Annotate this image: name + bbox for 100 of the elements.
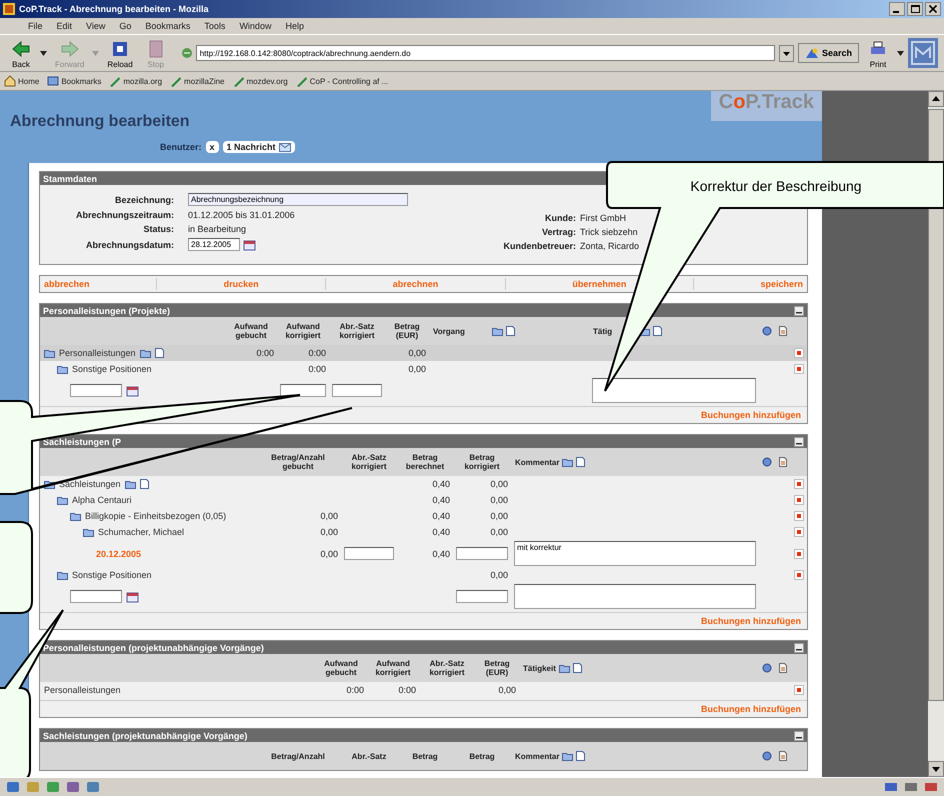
menu-item[interactable]: Window (239, 21, 272, 31)
menu-item[interactable]: Tools (204, 21, 226, 31)
app-icon (3, 3, 15, 15)
document-icon[interactable] (778, 326, 788, 336)
page-icon[interactable] (576, 751, 586, 761)
delete-icon[interactable] (794, 548, 804, 558)
bookmark-link[interactable]: Home (4, 75, 40, 87)
menu-item[interactable]: Go (119, 21, 132, 31)
menu-item[interactable]: Help (285, 21, 304, 31)
minimize-icon[interactable] (794, 436, 804, 446)
minimize-icon[interactable] (794, 730, 804, 740)
delete-icon[interactable] (794, 479, 804, 489)
document-icon[interactable] (778, 751, 788, 761)
scroll-down-icon[interactable] (928, 761, 944, 777)
maximize-icon[interactable] (907, 2, 923, 16)
menu-item[interactable]: Bookmarks (145, 21, 190, 31)
page-icon[interactable] (506, 326, 515, 336)
field-value: 01.12.2005 bis 31.01.2006 (188, 210, 295, 220)
bookmark-link[interactable]: Bookmarks (47, 75, 102, 87)
comment-field[interactable]: mit korrektur (514, 541, 756, 566)
section-title: Sachleistungen (P (43, 436, 122, 446)
row-label[interactable]: Alpha Centauri (72, 495, 132, 505)
text-field[interactable]: Abrechnungsbezeichnung (188, 193, 408, 206)
calendar-icon[interactable] (126, 590, 140, 602)
minimize-icon[interactable] (889, 2, 905, 16)
refresh-icon[interactable] (762, 457, 772, 467)
minimize-icon[interactable] (794, 642, 804, 652)
field-value: Trick siebzehn (580, 227, 639, 237)
page-icon[interactable] (154, 348, 164, 358)
bookmark-link[interactable]: mozilla.org (109, 75, 162, 87)
column-header: Betrag (EUR) (393, 322, 421, 340)
logo-icon (908, 38, 938, 68)
user-name[interactable]: x (206, 141, 219, 153)
refresh-icon[interactable] (762, 326, 772, 336)
delete-icon[interactable] (794, 685, 804, 695)
menu-item[interactable]: File (28, 21, 43, 31)
page-icon[interactable] (140, 479, 149, 489)
input-field[interactable] (456, 547, 508, 560)
document-icon[interactable] (778, 457, 788, 467)
bookmark-icon (109, 75, 122, 87)
input-field[interactable] (280, 384, 326, 397)
calendar-icon[interactable] (243, 238, 257, 250)
row-label[interactable]: Schumacher, Michael (98, 527, 184, 537)
menu-item[interactable]: View (86, 21, 106, 31)
section-title: Sachleistungen (projektunabhängige Vorgänge) (43, 730, 248, 740)
comment-field[interactable] (514, 584, 756, 609)
page-icon[interactable] (653, 326, 662, 336)
document-icon[interactable] (778, 663, 788, 673)
nav-button[interactable]: Back (6, 38, 36, 68)
bookmark-link[interactable]: mozillaZine (170, 75, 225, 87)
bookmark-link[interactable]: CoP - Controlling af ... (296, 75, 388, 87)
field-value: in Bearbeitung (188, 224, 246, 234)
cell-value: 0,00 (490, 479, 508, 489)
input-field[interactable] (344, 547, 394, 560)
address-field[interactable]: http://192.168.0.142:8080/coptrack/abrechnung.aendern.do (196, 45, 775, 61)
field-value: Zonta, Ricardo (580, 241, 639, 251)
delete-icon[interactable] (794, 348, 804, 358)
logo: CoP.Track (710, 91, 822, 121)
delete-icon[interactable] (794, 495, 804, 505)
page-icon[interactable] (576, 457, 586, 467)
page-title: Abrechnung bearbeiten (10, 113, 190, 131)
caret-icon[interactable] (40, 50, 47, 56)
cell-value: 0:00 (308, 364, 326, 374)
print-button[interactable]: Print (863, 38, 893, 68)
date-field[interactable] (70, 384, 122, 397)
delete-icon[interactable] (794, 364, 804, 374)
row-label[interactable]: Sonstige Positionen (72, 364, 152, 374)
dropdown-icon[interactable] (778, 44, 794, 62)
input-field[interactable] (456, 590, 508, 603)
caret-icon[interactable] (897, 50, 904, 56)
column-header: Betrag/Anzahl (271, 752, 325, 760)
messages-link[interactable]: 1 Nachricht (222, 141, 295, 153)
column-header: Tätigkeit (523, 664, 556, 672)
date-field[interactable] (70, 590, 122, 603)
row-label[interactable]: Personalleistungen (59, 348, 136, 358)
comment-field[interactable] (592, 378, 756, 403)
field-label: Status: (142, 224, 174, 234)
row-label[interactable]: Sonstige Positionen (72, 570, 152, 580)
refresh-icon[interactable] (762, 663, 772, 673)
close-icon[interactable] (925, 2, 941, 16)
nav-button[interactable]: Reload (103, 38, 137, 68)
bookmark-link[interactable]: mozdev.org (232, 75, 288, 87)
delete-icon[interactable] (794, 570, 804, 580)
calendar-icon[interactable] (126, 384, 140, 396)
column-header: Betrag (412, 752, 438, 760)
minimize-icon[interactable] (794, 306, 804, 316)
bookmark-icon (296, 75, 308, 87)
date-field[interactable]: 28.12.2005 (188, 238, 240, 251)
delete-icon[interactable] (794, 511, 804, 521)
row-label[interactable]: Sachleistungen (59, 479, 121, 489)
menu-item[interactable]: Edit (56, 21, 72, 31)
input-field[interactable] (332, 384, 382, 397)
field-label: Abrechnungsdatum: (84, 240, 174, 250)
cell-value: 0,00 (490, 495, 508, 505)
refresh-icon[interactable] (762, 751, 772, 761)
row-label[interactable]: Billigkopie - Einheitsbezogen (0,05) (85, 511, 226, 521)
scroll-up-icon[interactable] (928, 91, 944, 107)
page-icon[interactable] (572, 663, 582, 673)
delete-icon[interactable] (794, 527, 804, 537)
search-button[interactable]: Search (798, 43, 859, 63)
